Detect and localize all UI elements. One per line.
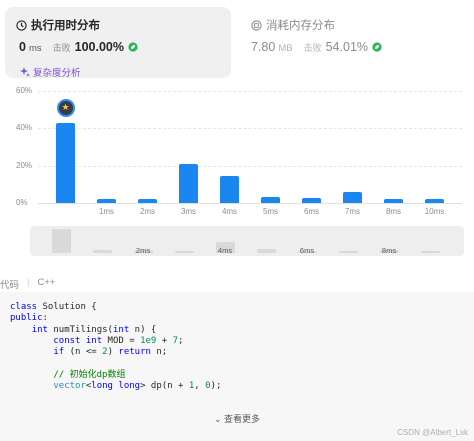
memory-unit: MB <box>278 43 293 54</box>
bar-0ms[interactable] <box>56 122 75 203</box>
code-tab-label: 代码 <box>0 280 20 291</box>
grid-line <box>38 91 462 92</box>
x-tick-label: 10ms <box>424 207 445 216</box>
x-tick-label: 1ms <box>98 207 115 216</box>
code-line: public: <box>10 313 48 324</box>
y-tick-label: 40% <box>16 123 33 133</box>
x-tick-label: 6ms <box>303 207 320 216</box>
code-line: int numTilings(int n) { <box>31 324 157 335</box>
leaf-icon <box>372 42 382 52</box>
minimap-bar <box>175 251 194 253</box>
y-tick-label: 0% <box>16 198 28 207</box>
bar-4ms[interactable] <box>220 175 239 203</box>
runtime-stats: 0 ms 击败 100.00% <box>19 40 138 54</box>
minimap-label: 6ms <box>299 246 315 255</box>
memory-stats: 7.80 MB 击败 54.01% <box>251 40 382 54</box>
x-tick-label: 8ms <box>385 207 402 216</box>
chevron-down-icon: ⌄ <box>213 414 222 424</box>
bar-1ms[interactable] <box>97 199 116 203</box>
runtime-beat-label: 击败 <box>52 43 71 53</box>
runtime-unit: ms <box>28 43 42 54</box>
x-tick-label: 4ms <box>221 207 238 216</box>
complexity-analysis-link[interactable]: 复杂度分析 <box>20 65 81 79</box>
y-tick-label: 60% <box>16 86 33 95</box>
code-line: class Solution { <box>10 302 97 312</box>
complexity-analysis-label: 复杂度分析 <box>33 68 81 79</box>
code-block: class Solution {public: int numTilings(i… <box>10 302 221 392</box>
memory-title-text: 消耗内存分布 <box>266 20 335 32</box>
runtime-beat-value: 100.00% <box>74 40 124 54</box>
runtime-distribution-chart: 60% 40% 20% 0% ★ 1ms 2ms 3ms 4ms 5ms 6ms 7ms 8ms 10ms <box>0 82 474 222</box>
grid-line <box>38 128 462 130</box>
code-line: const int MOD = 1e9 + 7; <box>53 335 184 346</box>
runtime-title-text: 执行用时分布 <box>31 20 100 32</box>
x-axis-line <box>38 203 462 204</box>
range-selector[interactable]: 2ms 4ms 6ms 8ms <box>30 226 464 256</box>
y-tick-label: 20% <box>16 160 33 170</box>
memory-beat-label: 击败 <box>303 43 322 53</box>
runtime-card[interactable]: 执行用时分布 0 ms 击败 100.00% 复杂度分析 <box>5 7 231 79</box>
view-more-button[interactable]: ⌄ 查看更多 <box>0 412 474 425</box>
bar-10ms[interactable] <box>425 199 444 203</box>
code-line: vector<long long> dp(n + 1, 0); <box>53 381 222 392</box>
language-row: 代码 | C++ <box>0 277 55 291</box>
minimap-bar <box>257 248 276 253</box>
bar-7ms[interactable] <box>343 191 362 203</box>
minimap-label: 2ms <box>135 246 151 255</box>
watermark: CSDN @Albert_Lsk <box>397 428 468 437</box>
runtime-title: 执行用时分布 <box>16 17 100 33</box>
clock-icon <box>16 19 27 31</box>
x-tick-label: 7ms <box>344 207 361 216</box>
sparkle-icon <box>20 67 30 77</box>
chip-icon <box>251 19 262 31</box>
view-more-label: 查看更多 <box>224 414 261 424</box>
bar-5ms[interactable] <box>261 197 280 203</box>
x-tick-label: 5ms <box>262 207 279 216</box>
minimap-bar <box>52 229 71 253</box>
avatar: ★ <box>56 98 75 117</box>
memory-value: 7.80 <box>251 40 276 54</box>
bar-8ms[interactable] <box>384 199 403 203</box>
code-line: if (n <= 2) return n; <box>53 347 168 358</box>
leaf-icon <box>128 42 138 52</box>
x-tick-label: 2ms <box>139 207 156 216</box>
minimap-label: 8ms <box>381 246 397 255</box>
minimap-bar <box>93 249 112 253</box>
bar-3ms[interactable] <box>179 163 198 203</box>
memory-beat-value: 54.01% <box>325 40 369 54</box>
grid-line <box>38 165 462 167</box>
minimap-bar <box>421 250 440 253</box>
minimap-bar <box>339 250 358 253</box>
language-label[interactable]: C++ <box>37 277 55 291</box>
bar-6ms[interactable] <box>302 198 321 203</box>
memory-title: 消耗内存分布 <box>251 17 335 33</box>
separator: | <box>27 277 30 288</box>
bar-2ms[interactable] <box>138 199 157 203</box>
minimap-label: 4ms <box>217 246 233 255</box>
runtime-value: 0 <box>19 40 26 54</box>
memory-card[interactable]: 消耗内存分布 7.80 MB 击败 54.01% <box>240 7 470 78</box>
code-line: // 初始化dp数组 <box>53 369 126 380</box>
x-tick-label: 3ms <box>180 207 197 216</box>
